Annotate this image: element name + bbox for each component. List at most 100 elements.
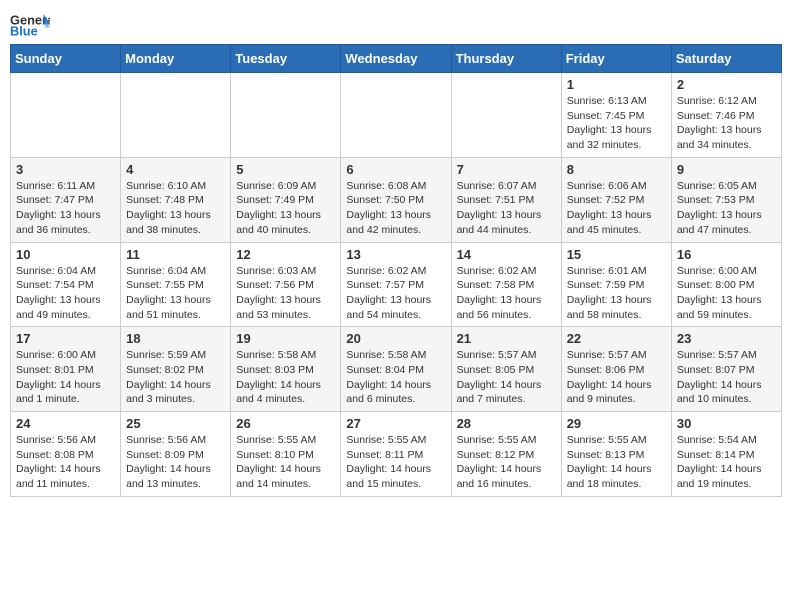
day-number: 28 xyxy=(457,416,556,431)
calendar-cell xyxy=(341,73,451,158)
calendar-week-row: 17 Sunrise: 6:00 AM Sunset: 8:01 PM Dayli… xyxy=(11,327,782,412)
calendar-cell: 18 Sunrise: 5:59 AM Sunset: 8:02 PM Dayli… xyxy=(121,327,231,412)
calendar-cell: 14Sunrise: 6:02 AM Sunset: 7:58 PM Dayli… xyxy=(451,242,561,327)
day-info: Sunrise: 6:06 AM Sunset: 7:52 PM Dayligh… xyxy=(567,179,666,238)
day-info: Sunrise: 6:02 AM Sunset: 7:58 PM Dayligh… xyxy=(457,264,556,323)
calendar-cell xyxy=(231,73,341,158)
day-info: Sunrise: 5:54 AM Sunset: 8:14 PM Dayligh… xyxy=(677,433,776,492)
calendar-cell: 24 Sunrise: 5:56 AM Sunset: 8:08 PM Dayli… xyxy=(11,412,121,497)
day-info: Sunrise: 6:02 AM Sunset: 7:57 PM Dayligh… xyxy=(346,264,445,323)
day-number: 19 xyxy=(236,331,335,346)
day-number: 6 xyxy=(346,162,445,177)
day-number: 3 xyxy=(16,162,115,177)
day-info: Sunrise: 5:56 AM Sunset: 8:09 PM Dayligh… xyxy=(126,433,225,492)
day-number: 27 xyxy=(346,416,445,431)
calendar-cell: 4Sunrise: 6:10 AM Sunset: 7:48 PM Daylig… xyxy=(121,157,231,242)
logo: General Blue xyxy=(10,10,50,38)
calendar-week-row: 24 Sunrise: 5:56 AM Sunset: 8:08 PM Dayli… xyxy=(11,412,782,497)
calendar-cell: 6Sunrise: 6:08 AM Sunset: 7:50 PM Daylig… xyxy=(341,157,451,242)
calendar-cell: 7Sunrise: 6:07 AM Sunset: 7:51 PM Daylig… xyxy=(451,157,561,242)
calendar-header-row: SundayMondayTuesdayWednesdayThursdayFrid… xyxy=(11,45,782,73)
day-number: 23 xyxy=(677,331,776,346)
calendar-cell xyxy=(451,73,561,158)
day-info: Sunrise: 5:57 AM Sunset: 8:06 PM Dayligh… xyxy=(567,348,666,407)
day-number: 18 xyxy=(126,331,225,346)
calendar-cell xyxy=(121,73,231,158)
calendar-cell: 28 Sunrise: 5:55 AM Sunset: 8:12 PM Dayli… xyxy=(451,412,561,497)
day-number: 8 xyxy=(567,162,666,177)
calendar-week-row: 10Sunrise: 6:04 AM Sunset: 7:54 PM Dayli… xyxy=(11,242,782,327)
day-info: Sunrise: 6:13 AM Sunset: 7:45 PM Dayligh… xyxy=(567,94,666,153)
day-info: Sunrise: 6:05 AM Sunset: 7:53 PM Dayligh… xyxy=(677,179,776,238)
day-info: Sunrise: 5:55 AM Sunset: 8:11 PM Dayligh… xyxy=(346,433,445,492)
day-info: Sunrise: 5:58 AM Sunset: 8:03 PM Dayligh… xyxy=(236,348,335,407)
day-info: Sunrise: 5:56 AM Sunset: 8:08 PM Dayligh… xyxy=(16,433,115,492)
calendar-cell: 8 Sunrise: 6:06 AM Sunset: 7:52 PM Daylig… xyxy=(561,157,671,242)
col-header-wednesday: Wednesday xyxy=(341,45,451,73)
calendar-cell: 20 Sunrise: 5:58 AM Sunset: 8:04 PM Dayli… xyxy=(341,327,451,412)
calendar-cell: 11Sunrise: 6:04 AM Sunset: 7:55 PM Dayli… xyxy=(121,242,231,327)
day-number: 1 xyxy=(567,77,666,92)
col-header-thursday: Thursday xyxy=(451,45,561,73)
day-number: 25 xyxy=(126,416,225,431)
calendar-week-row: 1 Sunrise: 6:13 AM Sunset: 7:45 PM Daylig… xyxy=(11,73,782,158)
calendar-cell: 22 Sunrise: 5:57 AM Sunset: 8:06 PM Dayli… xyxy=(561,327,671,412)
day-number: 15 xyxy=(567,247,666,262)
day-info: Sunrise: 6:12 AM Sunset: 7:46 PM Dayligh… xyxy=(677,94,776,153)
calendar-cell: 21 Sunrise: 5:57 AM Sunset: 8:05 PM Dayli… xyxy=(451,327,561,412)
calendar-cell: 2 Sunrise: 6:12 AM Sunset: 7:46 PM Daylig… xyxy=(671,73,781,158)
logo-icon: General Blue xyxy=(10,10,50,38)
day-number: 24 xyxy=(16,416,115,431)
day-info: Sunrise: 6:03 AM Sunset: 7:56 PM Dayligh… xyxy=(236,264,335,323)
calendar-cell: 26 Sunrise: 5:55 AM Sunset: 8:10 PM Dayli… xyxy=(231,412,341,497)
col-header-friday: Friday xyxy=(561,45,671,73)
day-number: 20 xyxy=(346,331,445,346)
day-number: 16 xyxy=(677,247,776,262)
day-info: Sunrise: 5:58 AM Sunset: 8:04 PM Dayligh… xyxy=(346,348,445,407)
day-number: 21 xyxy=(457,331,556,346)
day-info: Sunrise: 5:57 AM Sunset: 8:07 PM Dayligh… xyxy=(677,348,776,407)
day-info: Sunrise: 5:55 AM Sunset: 8:10 PM Dayligh… xyxy=(236,433,335,492)
day-number: 4 xyxy=(126,162,225,177)
day-info: Sunrise: 6:00 AM Sunset: 8:01 PM Dayligh… xyxy=(16,348,115,407)
page-header: General Blue xyxy=(10,10,782,38)
calendar-cell: 3 Sunrise: 6:11 AM Sunset: 7:47 PM Daylig… xyxy=(11,157,121,242)
day-number: 17 xyxy=(16,331,115,346)
col-header-saturday: Saturday xyxy=(671,45,781,73)
svg-text:Blue: Blue xyxy=(10,24,38,38)
day-info: Sunrise: 6:11 AM Sunset: 7:47 PM Dayligh… xyxy=(16,179,115,238)
day-number: 22 xyxy=(567,331,666,346)
col-header-sunday: Sunday xyxy=(11,45,121,73)
calendar-cell: 16 Sunrise: 6:00 AM Sunset: 8:00 PM Dayli… xyxy=(671,242,781,327)
calendar-cell: 25 Sunrise: 5:56 AM Sunset: 8:09 PM Dayli… xyxy=(121,412,231,497)
day-number: 26 xyxy=(236,416,335,431)
day-info: Sunrise: 6:01 AM Sunset: 7:59 PM Dayligh… xyxy=(567,264,666,323)
day-info: Sunrise: 5:55 AM Sunset: 8:13 PM Dayligh… xyxy=(567,433,666,492)
day-info: Sunrise: 6:09 AM Sunset: 7:49 PM Dayligh… xyxy=(236,179,335,238)
calendar-cell: 27 Sunrise: 5:55 AM Sunset: 8:11 PM Dayli… xyxy=(341,412,451,497)
day-info: Sunrise: 5:55 AM Sunset: 8:12 PM Dayligh… xyxy=(457,433,556,492)
calendar-week-row: 3 Sunrise: 6:11 AM Sunset: 7:47 PM Daylig… xyxy=(11,157,782,242)
calendar-cell: 19 Sunrise: 5:58 AM Sunset: 8:03 PM Dayli… xyxy=(231,327,341,412)
day-number: 7 xyxy=(457,162,556,177)
col-header-monday: Monday xyxy=(121,45,231,73)
day-number: 13 xyxy=(346,247,445,262)
day-info: Sunrise: 5:57 AM Sunset: 8:05 PM Dayligh… xyxy=(457,348,556,407)
calendar-cell: 9 Sunrise: 6:05 AM Sunset: 7:53 PM Daylig… xyxy=(671,157,781,242)
day-number: 2 xyxy=(677,77,776,92)
day-info: Sunrise: 5:59 AM Sunset: 8:02 PM Dayligh… xyxy=(126,348,225,407)
calendar-cell: 15 Sunrise: 6:01 AM Sunset: 7:59 PM Dayli… xyxy=(561,242,671,327)
day-info: Sunrise: 6:00 AM Sunset: 8:00 PM Dayligh… xyxy=(677,264,776,323)
calendar-cell: 29Sunrise: 5:55 AM Sunset: 8:13 PM Dayli… xyxy=(561,412,671,497)
calendar-cell: 12Sunrise: 6:03 AM Sunset: 7:56 PM Dayli… xyxy=(231,242,341,327)
day-number: 10 xyxy=(16,247,115,262)
calendar-cell: 1 Sunrise: 6:13 AM Sunset: 7:45 PM Daylig… xyxy=(561,73,671,158)
calendar-cell: 13 Sunrise: 6:02 AM Sunset: 7:57 PM Dayli… xyxy=(341,242,451,327)
calendar-cell: 30Sunrise: 5:54 AM Sunset: 8:14 PM Dayli… xyxy=(671,412,781,497)
day-number: 5 xyxy=(236,162,335,177)
calendar-cell: 5 Sunrise: 6:09 AM Sunset: 7:49 PM Daylig… xyxy=(231,157,341,242)
col-header-tuesday: Tuesday xyxy=(231,45,341,73)
calendar-cell: 23 Sunrise: 5:57 AM Sunset: 8:07 PM Dayli… xyxy=(671,327,781,412)
day-number: 9 xyxy=(677,162,776,177)
day-info: Sunrise: 6:04 AM Sunset: 7:55 PM Dayligh… xyxy=(126,264,225,323)
